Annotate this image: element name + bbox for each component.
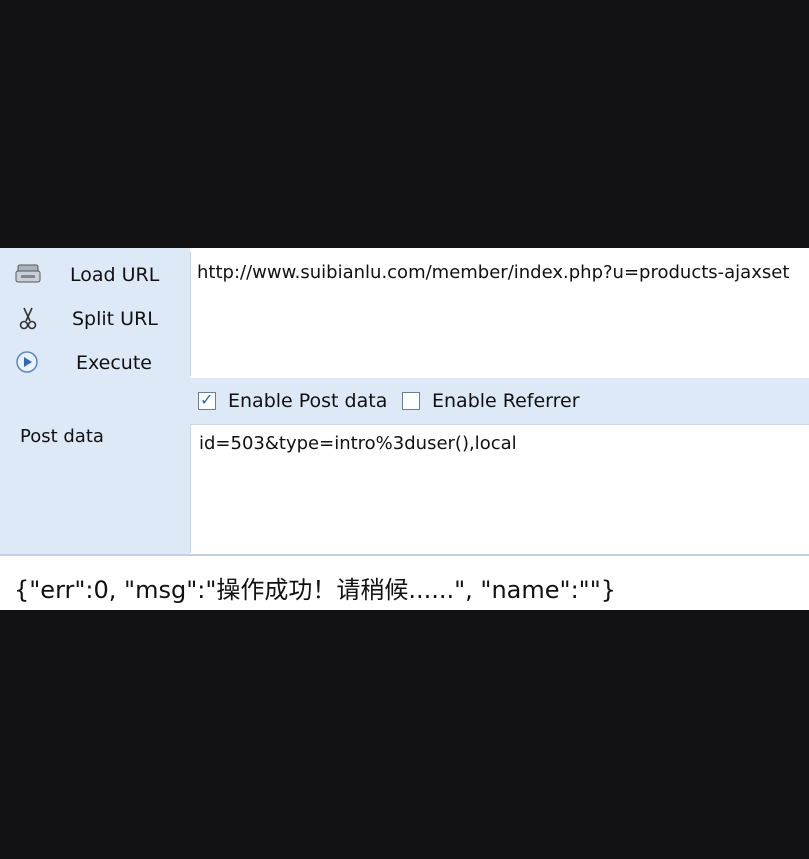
- load-url-button[interactable]: Load URL: [0, 254, 190, 294]
- play-icon: [14, 350, 42, 374]
- toolbar-column: Load URL Split URL Execute Post data: [0, 248, 190, 554]
- url-textarea[interactable]: http://www.suibianlu.com/member/index.ph…: [190, 252, 809, 376]
- response-text: {"err":0, "msg":"操作成功！请稍候......", "name"…: [14, 576, 617, 604]
- options-row: ✓ Enable Post data Enable Referrer: [190, 378, 809, 424]
- post-data-textarea[interactable]: id=503&type=intro%3duser(),local: [190, 424, 809, 553]
- execute-button[interactable]: Execute: [0, 342, 190, 382]
- enable-referrer-checkbox[interactable]: [402, 392, 420, 410]
- scissors-icon: [14, 306, 42, 330]
- execute-label: Execute: [76, 352, 152, 374]
- enable-referrer-label[interactable]: Enable Referrer: [432, 390, 580, 412]
- enable-post-data-label[interactable]: Enable Post data: [228, 390, 387, 412]
- divider: [0, 554, 809, 556]
- load-url-icon: [14, 262, 42, 286]
- checkmark-icon: ✓: [200, 390, 214, 409]
- split-url-label: Split URL: [72, 308, 158, 330]
- post-data-label: Post data: [20, 426, 104, 447]
- post-data-value: id=503&type=intro%3duser(),local: [199, 433, 517, 454]
- enable-post-data-checkbox[interactable]: ✓: [198, 390, 216, 410]
- url-value: http://www.suibianlu.com/member/index.ph…: [197, 262, 790, 283]
- split-url-button[interactable]: Split URL: [0, 298, 190, 338]
- hackbar-panel: Load URL Split URL Execute Post data htt…: [0, 248, 809, 610]
- load-url-label: Load URL: [70, 264, 160, 286]
